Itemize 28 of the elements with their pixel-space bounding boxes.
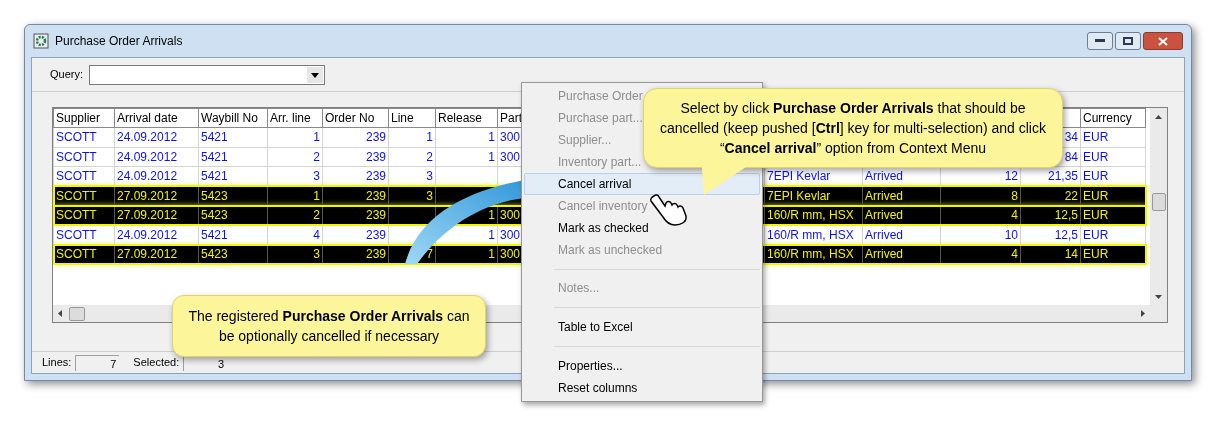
table-cell: 1 [267, 127, 323, 147]
table-cell: 24.09.2012 [114, 147, 199, 167]
table-cell: EUR [1080, 147, 1146, 167]
table-cell: 24.09.2012 [114, 127, 199, 147]
selected-label: Selected: [133, 355, 180, 371]
table-cell: 5421 [198, 127, 268, 147]
table-cell: 1 [388, 127, 436, 147]
table-cell: 239 [322, 127, 389, 147]
table-cell: 2 [267, 147, 323, 167]
table-cell: 5423 [198, 244, 268, 264]
table-cell: 1 [435, 127, 498, 147]
table-cell: 239 [322, 147, 389, 167]
lines-label: Lines: [42, 355, 72, 371]
lines-count-field: 7 [75, 354, 120, 371]
table-cell: SCOTT [53, 127, 115, 147]
table-cell: Arrived [862, 205, 941, 225]
table-cell: Arrived [862, 244, 941, 264]
table-cell: 1 [435, 147, 498, 167]
table-cell: 27.09.2012 [114, 205, 199, 225]
table-cell: 2 [388, 147, 436, 167]
table-cell: EUR [1080, 127, 1146, 147]
table-cell: 5423 [198, 205, 268, 225]
window-title: Purchase Order Arrivals [55, 33, 183, 50]
table-cell: 5421 [198, 147, 268, 167]
table-cell: 27.09.2012 [114, 244, 199, 264]
table-cell: SCOTT [53, 147, 115, 167]
query-label: Query: [50, 67, 83, 83]
callout-text: The registered Purchase Order Arrivals can be optionally cancelled if necessary [187, 307, 471, 346]
